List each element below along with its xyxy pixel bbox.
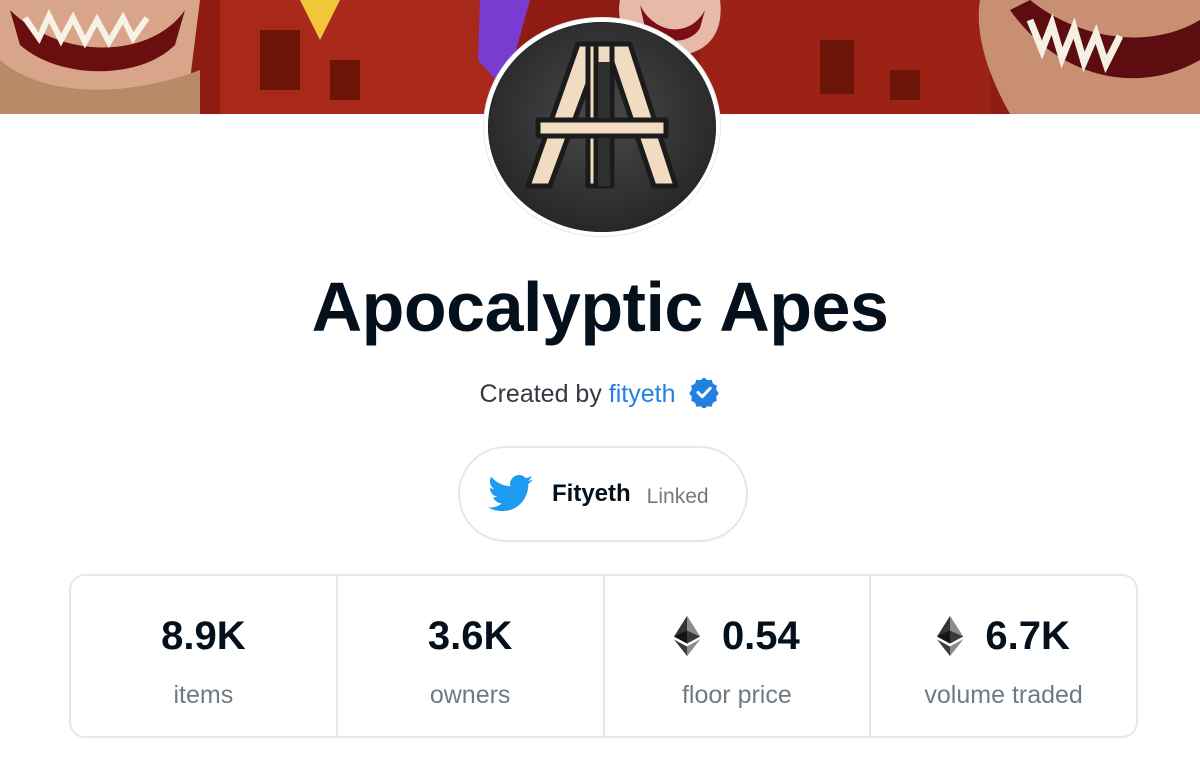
collection-stats: 8.9K items 3.6K owners 0.54 floor price … bbox=[69, 574, 1138, 738]
ethereum-icon bbox=[937, 616, 964, 656]
twitter-linked-status: Linked bbox=[646, 485, 709, 508]
stat-value-row: 3.6K bbox=[428, 610, 513, 662]
twitter-handle: Fityeth bbox=[552, 480, 631, 507]
stat-volume-traded-value: 6.7K bbox=[985, 614, 1070, 658]
collection-logo-icon bbox=[488, 22, 716, 232]
stat-owners[interactable]: 3.6K owners bbox=[335, 576, 603, 736]
creator-link[interactable]: fityeth bbox=[609, 380, 676, 408]
stat-items[interactable]: 8.9K items bbox=[71, 576, 336, 736]
created-by-label: Created by bbox=[479, 380, 602, 408]
collection-title: Apocalyptic Apes bbox=[311, 268, 889, 346]
stat-value-row: 0.54 bbox=[673, 610, 800, 662]
collection-logo bbox=[488, 22, 716, 232]
stat-items-value: 8.9K bbox=[161, 614, 246, 658]
stat-owners-value: 3.6K bbox=[427, 614, 513, 658]
stat-floor-price[interactable]: 0.54 floor price bbox=[602, 576, 870, 736]
stat-owners-label: owners bbox=[429, 681, 511, 709]
creator-line: Created by fityeth bbox=[0, 376, 1200, 412]
stat-floor-price-value: 0.54 bbox=[721, 614, 800, 658]
twitter-link-pill[interactable]: Fityeth Linked bbox=[458, 446, 748, 542]
collection-page: Apocalyptic Apes Created by fityeth Fity… bbox=[0, 0, 1200, 760]
ethereum-icon bbox=[673, 616, 700, 656]
stat-volume-traded-label: volume traded bbox=[924, 681, 1083, 709]
stat-value-row: 6.7K bbox=[937, 610, 1070, 662]
stat-items-label: items bbox=[173, 681, 234, 709]
stat-volume-traded[interactable]: 6.7K volume traded bbox=[869, 576, 1136, 736]
verified-badge-icon bbox=[689, 377, 720, 408]
stat-floor-price-label: floor price bbox=[681, 681, 792, 709]
twitter-icon bbox=[488, 475, 534, 512]
stat-value-row: 8.9K bbox=[161, 610, 246, 662]
collection-avatar[interactable] bbox=[484, 18, 720, 236]
